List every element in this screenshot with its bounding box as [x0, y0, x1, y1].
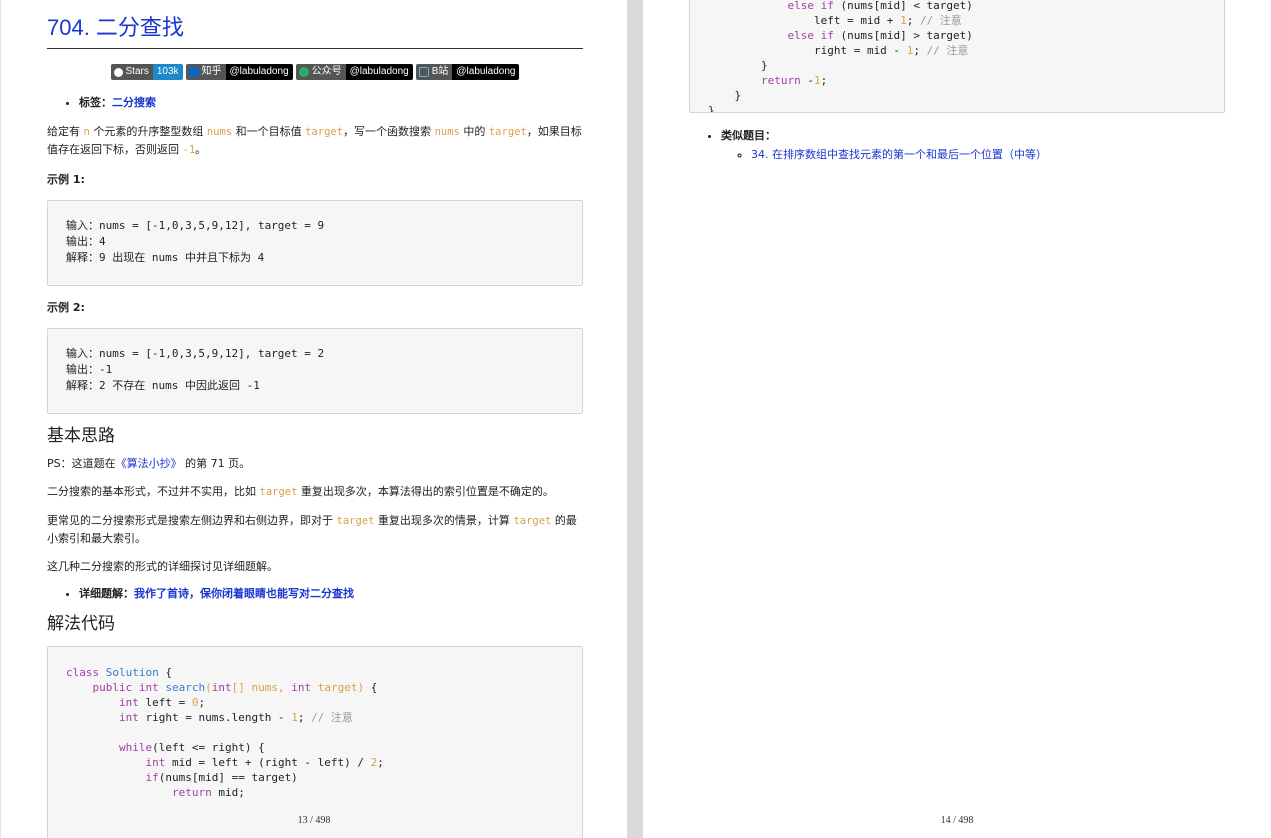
inline-code: target — [336, 515, 375, 527]
book-link[interactable]: 《算法小抄》 — [116, 457, 182, 470]
similar-problems-list: 类似题目： 34. 在排序数组中查找元素的第一个和最后一个位置（中等） — [689, 128, 1225, 163]
page-content: 704. 二分查找 Stars 103k 知乎 @labuladong 公众号 … — [47, 14, 583, 838]
inline-code: target — [488, 126, 527, 138]
paragraph-1: 二分搜索的基本形式，不过并不实用，比如 target 重复出现多次，本算法得出的… — [47, 485, 554, 498]
page-number: 14 / 498 — [940, 815, 974, 826]
detail-label: 详细题解： — [79, 587, 134, 600]
example-1-label: 示例 1: — [47, 173, 85, 186]
badge-value: @labuladong — [225, 64, 293, 80]
detail-item: 详细题解：我作了首诗，保你闭着眼睛也能写对二分查找 — [79, 586, 583, 602]
problem-title: 704. 二分查找 — [47, 14, 583, 49]
badge-value: 103k — [152, 64, 183, 80]
badge-label: 公众号 — [311, 66, 342, 77]
page-number: 13 / 498 — [297, 815, 331, 826]
similar-problem-entry: 34. 在排序数组中查找元素的第一个和最后一个位置（中等） — [751, 147, 1225, 163]
solution-code-block: class Solution { public int search(int[]… — [47, 646, 583, 838]
wechat-badge[interactable]: 公众号 @labuladong — [295, 64, 413, 80]
example-2-block: 输入：nums = [-1,0,3,5,9,12], target = 2 输出… — [47, 328, 583, 414]
bilibili-badge[interactable]: B站 @labuladong — [415, 64, 520, 80]
detail-link[interactable]: 我作了首诗，保你闭着眼睛也能写对二分查找 — [134, 587, 354, 600]
github-stars-badge[interactable]: Stars 103k — [110, 64, 183, 80]
tag-item: 标签：二分搜索 — [79, 95, 583, 111]
inline-code: target — [259, 486, 298, 498]
tag-link[interactable]: 二分搜索 — [112, 96, 156, 109]
wechat-icon — [298, 67, 309, 77]
similar-problem-link[interactable]: 34. 在排序数组中查找元素的第一个和最后一个位置（中等） — [751, 148, 1047, 161]
inline-code: nums — [434, 126, 460, 138]
inline-code: target — [513, 515, 552, 527]
badge-label: Stars — [125, 66, 149, 77]
badge-value: @labuladong — [452, 64, 520, 80]
pdf-page-14: else if (nums[mid] < target) left = mid … — [643, 0, 1271, 838]
inline-code: -1 — [182, 144, 196, 156]
similar-problems-item: 类似题目： 34. 在排序数组中查找元素的第一个和最后一个位置（中等） — [721, 128, 1225, 163]
tag-label: 标签： — [79, 96, 112, 109]
inline-code: target — [305, 126, 344, 138]
badge-value: @labuladong — [345, 64, 413, 80]
badge-label: B站 — [431, 66, 449, 77]
detail-list: 详细题解：我作了首诗，保你闭着眼睛也能写对二分查找 — [47, 586, 583, 602]
pdf-page-13: 704. 二分查找 Stars 103k 知乎 @labuladong 公众号 … — [0, 0, 627, 838]
badge-row: Stars 103k 知乎 @labuladong 公众号 @labuladon… — [47, 64, 583, 80]
zhihu-icon — [188, 67, 199, 77]
badge-label: 知乎 — [201, 66, 222, 77]
example-2-label: 示例 2: — [47, 301, 85, 314]
zhihu-badge[interactable]: 知乎 @labuladong — [185, 64, 293, 80]
github-icon — [113, 67, 123, 77]
similar-label: 类似题目： — [721, 129, 776, 142]
section-heading-basic-idea: 基本思路 — [47, 426, 115, 445]
example-1-block: 输入：nums = [-1,0,3,5,9,12], target = 9 输出… — [47, 200, 583, 286]
paragraph-2: 更常见的二分搜索形式是搜索左侧边界和右侧边界，即对于 target 重复出现多次… — [47, 514, 577, 545]
problem-description: 给定有 n 个元素的升序整型数组 nums 和一个目标值 target，写一个函… — [47, 125, 582, 156]
inline-code: nums — [206, 126, 233, 138]
bilibili-icon — [418, 67, 429, 77]
tag-list: 标签：二分搜索 — [47, 95, 583, 111]
ps-paragraph: PS：这道题在《算法小抄》 的第 71 页。 — [47, 457, 251, 470]
solution-code-block-continued: else if (nums[mid] < target) left = mid … — [689, 0, 1225, 113]
paragraph-3: 这几种二分搜索的形式的详细探讨见详细题解。 — [47, 560, 278, 573]
page-content: else if (nums[mid] < target) left = mid … — [689, 0, 1225, 163]
section-heading-solution: 解法代码 — [47, 614, 115, 633]
